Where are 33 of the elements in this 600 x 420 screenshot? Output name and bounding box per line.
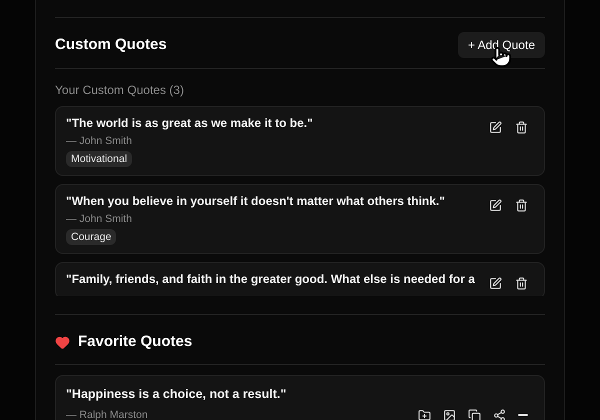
copy-icon (468, 408, 481, 420)
section-title: Custom Quotes (55, 34, 167, 55)
heart-icon (55, 334, 70, 350)
delete-button[interactable] (515, 277, 528, 290)
edit-icon (489, 277, 502, 290)
edit-icon (489, 121, 502, 134)
delete-button[interactable] (515, 199, 528, 212)
share-button[interactable] (493, 408, 506, 420)
edit-button[interactable] (489, 199, 502, 212)
edit-button[interactable] (489, 121, 502, 134)
quote-author: — John Smith (66, 134, 133, 148)
quote-text: "When you believe in yourself it doesn't matter what others think." (66, 193, 445, 209)
quote-tag: Motivational (66, 151, 132, 167)
folder-plus-button[interactable] (418, 408, 431, 420)
quote-tag: Courage (66, 229, 116, 245)
quote-text: "Family, friends, and faith in the greater good. What else is needed for a (66, 271, 475, 287)
image-icon (443, 408, 456, 420)
edit-button[interactable] (489, 277, 502, 290)
edit-icon (489, 199, 502, 212)
trash-icon (515, 121, 528, 134)
image-button[interactable] (443, 408, 456, 420)
share-icon (493, 408, 506, 420)
delete-button[interactable] (515, 121, 528, 134)
folder-plus-icon (418, 408, 431, 420)
copy-button[interactable] (468, 408, 481, 420)
quote-text: "The world is as great as we make it to be." (66, 115, 313, 131)
trash-icon (515, 277, 528, 290)
trash-icon (515, 199, 528, 212)
quote-author: — John Smith (66, 212, 133, 226)
minus-icon (518, 414, 528, 416)
section-title: Favorite Quotes (78, 332, 192, 352)
quote-text: "Happiness is a choice, not a result." (66, 386, 288, 403)
list-subtitle: Your Custom Quotes (3) (55, 82, 185, 99)
